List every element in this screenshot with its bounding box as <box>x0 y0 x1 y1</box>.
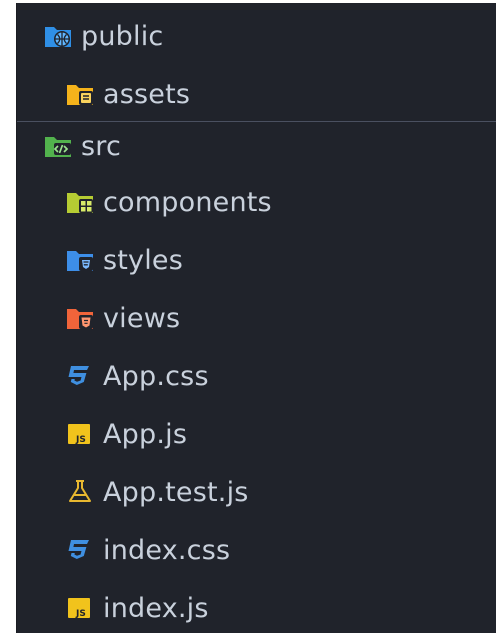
tree-item-index-js[interactable]: JS index.js <box>17 583 496 633</box>
css-file-icon <box>68 366 89 385</box>
tree-item-src[interactable]: src <box>17 121 496 171</box>
tree-item-app-js[interactable]: JS App.js <box>17 409 496 459</box>
tree-item-styles[interactable]: styles <box>17 235 496 285</box>
tree-item-label: public <box>81 20 164 52</box>
tree-item-label: styles <box>103 244 184 276</box>
folder-views-icon <box>67 309 93 329</box>
js-icon-text: JS <box>75 609 86 619</box>
js-file-icon: JS <box>68 424 90 445</box>
tree-item-app-test-js[interactable]: App.test.js <box>17 467 496 517</box>
tree-item-label: index.css <box>103 534 231 566</box>
tree-item-label: src <box>81 130 122 162</box>
tree-item-index-css[interactable]: index.css <box>17 525 496 575</box>
folder-assets-icon <box>67 85 93 105</box>
tree-item-app-css[interactable]: App.css <box>17 351 496 401</box>
tree-item-label: App.css <box>103 360 209 392</box>
tree-item-label: index.js <box>103 592 209 624</box>
tree-item-public[interactable]: public <box>17 11 496 61</box>
tree-item-label: views <box>103 302 181 334</box>
folder-src-icon <box>45 137 71 157</box>
tree-item-label: components <box>103 186 272 218</box>
tree-item-label: App.test.js <box>103 476 249 508</box>
folder-public-icon <box>45 27 71 47</box>
test-file-icon <box>69 480 91 502</box>
tree-item-components[interactable]: components <box>17 177 496 227</box>
tree-item-assets[interactable]: assets <box>17 69 496 119</box>
tree-item-views[interactable]: views <box>17 293 496 343</box>
folder-components-icon <box>67 193 93 213</box>
tree-item-label: App.js <box>103 418 188 450</box>
tree-item-label: assets <box>103 78 191 110</box>
css-file-icon <box>68 540 89 559</box>
js-file-icon: JS <box>68 598 90 619</box>
file-explorer-panel: public assets src components styles view… <box>16 3 496 633</box>
screenshot-frame: public assets src components styles view… <box>0 0 496 633</box>
js-icon-text: JS <box>75 435 86 445</box>
folder-styles-icon <box>67 251 93 271</box>
